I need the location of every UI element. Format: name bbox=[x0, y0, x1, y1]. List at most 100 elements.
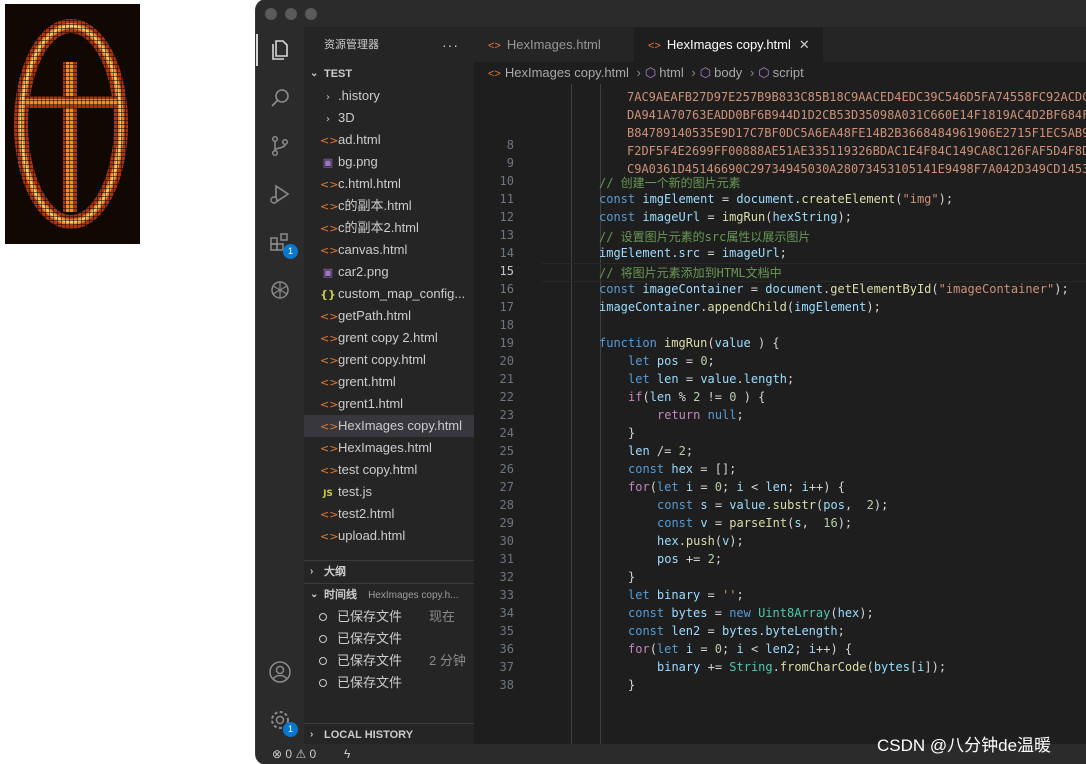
file-tree-item[interactable]: <>test2.html bbox=[304, 503, 474, 525]
chatgpt-activity[interactable] bbox=[256, 270, 304, 310]
accounts-activity[interactable] bbox=[256, 652, 304, 692]
timeline-item-label: 已保存文件 bbox=[337, 631, 403, 646]
code-editor[interactable]: 391F0E3E1E1483C2573A6DB2261467014639270C… bbox=[474, 84, 1086, 744]
explorer-header: 资源管理器 ··· bbox=[304, 27, 474, 63]
timeline-item[interactable]: 已保存文件 2 分钟 bbox=[304, 650, 474, 672]
breadcrumb-file[interactable]: HexImages copy.html bbox=[505, 65, 629, 80]
file-tree-item[interactable]: {} custom_map_config... bbox=[304, 283, 474, 305]
zoom-window-button[interactable] bbox=[305, 8, 317, 20]
file-tree-item[interactable]: <>getPath.html bbox=[304, 305, 474, 327]
code-line: const hex = []; bbox=[628, 462, 736, 476]
html-icon: <> bbox=[320, 530, 339, 543]
file-tree-item[interactable]: <>test copy.html bbox=[304, 459, 474, 481]
file-tree-item[interactable]: › .history bbox=[304, 85, 474, 107]
code-token: len bbox=[649, 390, 672, 404]
explorer-sidebar: 资源管理器 ··· ⌄ TEST › .history › 3D <>ad.html ▣ b… bbox=[304, 27, 474, 744]
code-token: = bbox=[707, 246, 715, 260]
timeline-section[interactable]: ⌄ 时间线 HexImages copy.h... bbox=[304, 583, 474, 606]
close-window-button[interactable] bbox=[265, 8, 277, 20]
explorer-activity[interactable] bbox=[256, 30, 304, 70]
file-tree-item-label: c的副本.html bbox=[338, 198, 412, 213]
file-tree-item-label: c.html.html bbox=[338, 176, 401, 191]
run-debug-activity[interactable] bbox=[256, 174, 304, 214]
code-token: ); bbox=[1054, 282, 1069, 296]
line-number: 14 bbox=[499, 246, 514, 260]
code-token: bytes bbox=[671, 606, 708, 620]
port-forward-icon[interactable]: ϟ bbox=[344, 744, 350, 764]
file-tree-item[interactable]: <>upload.html bbox=[304, 525, 474, 547]
search-activity[interactable] bbox=[256, 78, 304, 118]
minimize-window-button[interactable] bbox=[285, 8, 297, 20]
timeline-item-label: 已保存文件 bbox=[337, 609, 403, 624]
file-tree-item[interactable]: <>canvas.html bbox=[304, 239, 474, 261]
source-control-activity[interactable] bbox=[256, 126, 304, 166]
code-line: pos += 2; bbox=[657, 552, 722, 566]
file-tree-item[interactable]: ▣ car2.png bbox=[304, 261, 474, 283]
file-tree-item[interactable]: ▣ bg.png bbox=[304, 151, 474, 173]
file-tree-item[interactable]: <>grent copy 2.html bbox=[304, 327, 474, 349]
line-number: 38 bbox=[499, 678, 514, 692]
code-token: 2 bbox=[707, 552, 715, 566]
code-token: 2 bbox=[693, 390, 701, 404]
file-tree-item[interactable]: <>c的副本.html bbox=[304, 195, 474, 217]
circle-icon bbox=[319, 613, 327, 621]
file-tree-item[interactable]: <>grent.html bbox=[304, 371, 474, 393]
code-token: length bbox=[743, 372, 788, 386]
file-tree-item-label: test2.html bbox=[338, 506, 395, 521]
file-tree-item[interactable]: <>ad.html bbox=[304, 129, 474, 151]
code-token: imgRun bbox=[664, 336, 708, 350]
local-history-section[interactable]: › LOCAL HISTORY bbox=[304, 723, 474, 746]
code-token: getElementById bbox=[830, 282, 932, 296]
line-number: 31 bbox=[499, 552, 514, 566]
indent-guide bbox=[571, 84, 572, 744]
code-token: const bbox=[657, 498, 694, 512]
html-icon: <> bbox=[320, 244, 339, 257]
code-token: value bbox=[700, 372, 737, 386]
file-tree-item[interactable]: <>HexImages.html bbox=[304, 437, 474, 459]
file-tree-item-label: car2.png bbox=[338, 264, 389, 279]
timeline-item[interactable]: 已保存文件 bbox=[304, 672, 474, 694]
code-token: } bbox=[628, 426, 636, 440]
line-number: 19 bbox=[499, 336, 514, 350]
breadcrumb-script[interactable]: script bbox=[773, 65, 804, 80]
code-token: imgElement bbox=[794, 300, 867, 314]
html-icon: <> bbox=[320, 332, 339, 345]
code-token: len bbox=[628, 444, 650, 458]
code-token: = bbox=[721, 192, 730, 206]
code-token: pos bbox=[823, 498, 845, 512]
code-line: // 创建一个新的图片元素 bbox=[599, 174, 741, 191]
html-icon: <> bbox=[320, 134, 339, 147]
problems-status[interactable]: ⊗ 0 ⚠ 0 bbox=[272, 744, 316, 764]
file-tree-item[interactable]: <>HexImages copy.html bbox=[304, 415, 474, 437]
file-tree-item[interactable]: <>grent1.html bbox=[304, 393, 474, 415]
timeline-item[interactable]: 已保存文件 bbox=[304, 628, 474, 650]
manage-activity[interactable]: 1 bbox=[256, 700, 304, 740]
file-tree-item[interactable]: <>grent copy.html bbox=[304, 349, 474, 371]
tab-heximages[interactable]: <> HexImages.html bbox=[474, 27, 634, 62]
file-tree-item[interactable]: › 3D bbox=[304, 107, 474, 129]
extensions-activity[interactable]: 1 bbox=[256, 222, 304, 262]
file-tree-item-label: grent copy.html bbox=[338, 352, 426, 367]
hex-string-line: 7AC9AEAFB27D97E257B9B833C85B18C9AACED4ED… bbox=[627, 90, 1086, 104]
code-token: ); bbox=[873, 498, 889, 512]
timeline-item[interactable]: 已保存文件 现在 bbox=[304, 606, 474, 628]
file-tree-item-label: bg.png bbox=[338, 154, 378, 169]
breadcrumb-html[interactable]: html bbox=[659, 65, 684, 80]
folder-section-test[interactable]: ⌄ TEST bbox=[304, 63, 474, 85]
code-token: null bbox=[707, 408, 737, 422]
error-icon: ⊗ bbox=[272, 747, 283, 761]
error-count: 0 bbox=[285, 747, 293, 761]
outline-section[interactable]: › 大纲 bbox=[304, 560, 474, 583]
code-line: let len = value.length; bbox=[628, 372, 794, 386]
tab-heximages-copy[interactable]: <> HexImages copy.html ✕ bbox=[634, 27, 824, 62]
watermark: CSDN @八分钟de温暖 bbox=[877, 736, 1052, 755]
more-actions-icon[interactable]: ··· bbox=[442, 27, 459, 63]
close-tab-icon[interactable]: ✕ bbox=[799, 37, 810, 52]
file-tree-item[interactable]: <>c.html.html bbox=[304, 173, 474, 195]
code-token: bytes bbox=[721, 624, 759, 638]
file-tree-item[interactable]: <>c的副本2.html bbox=[304, 217, 474, 239]
line-number: 16 bbox=[499, 282, 514, 296]
breadcrumb: <> HexImages copy.html › ⬡ html › ⬡ body › ⬡ sc… bbox=[474, 62, 1086, 84]
breadcrumb-body[interactable]: body bbox=[714, 65, 742, 80]
file-tree-item[interactable]: JS test.js bbox=[304, 481, 474, 503]
